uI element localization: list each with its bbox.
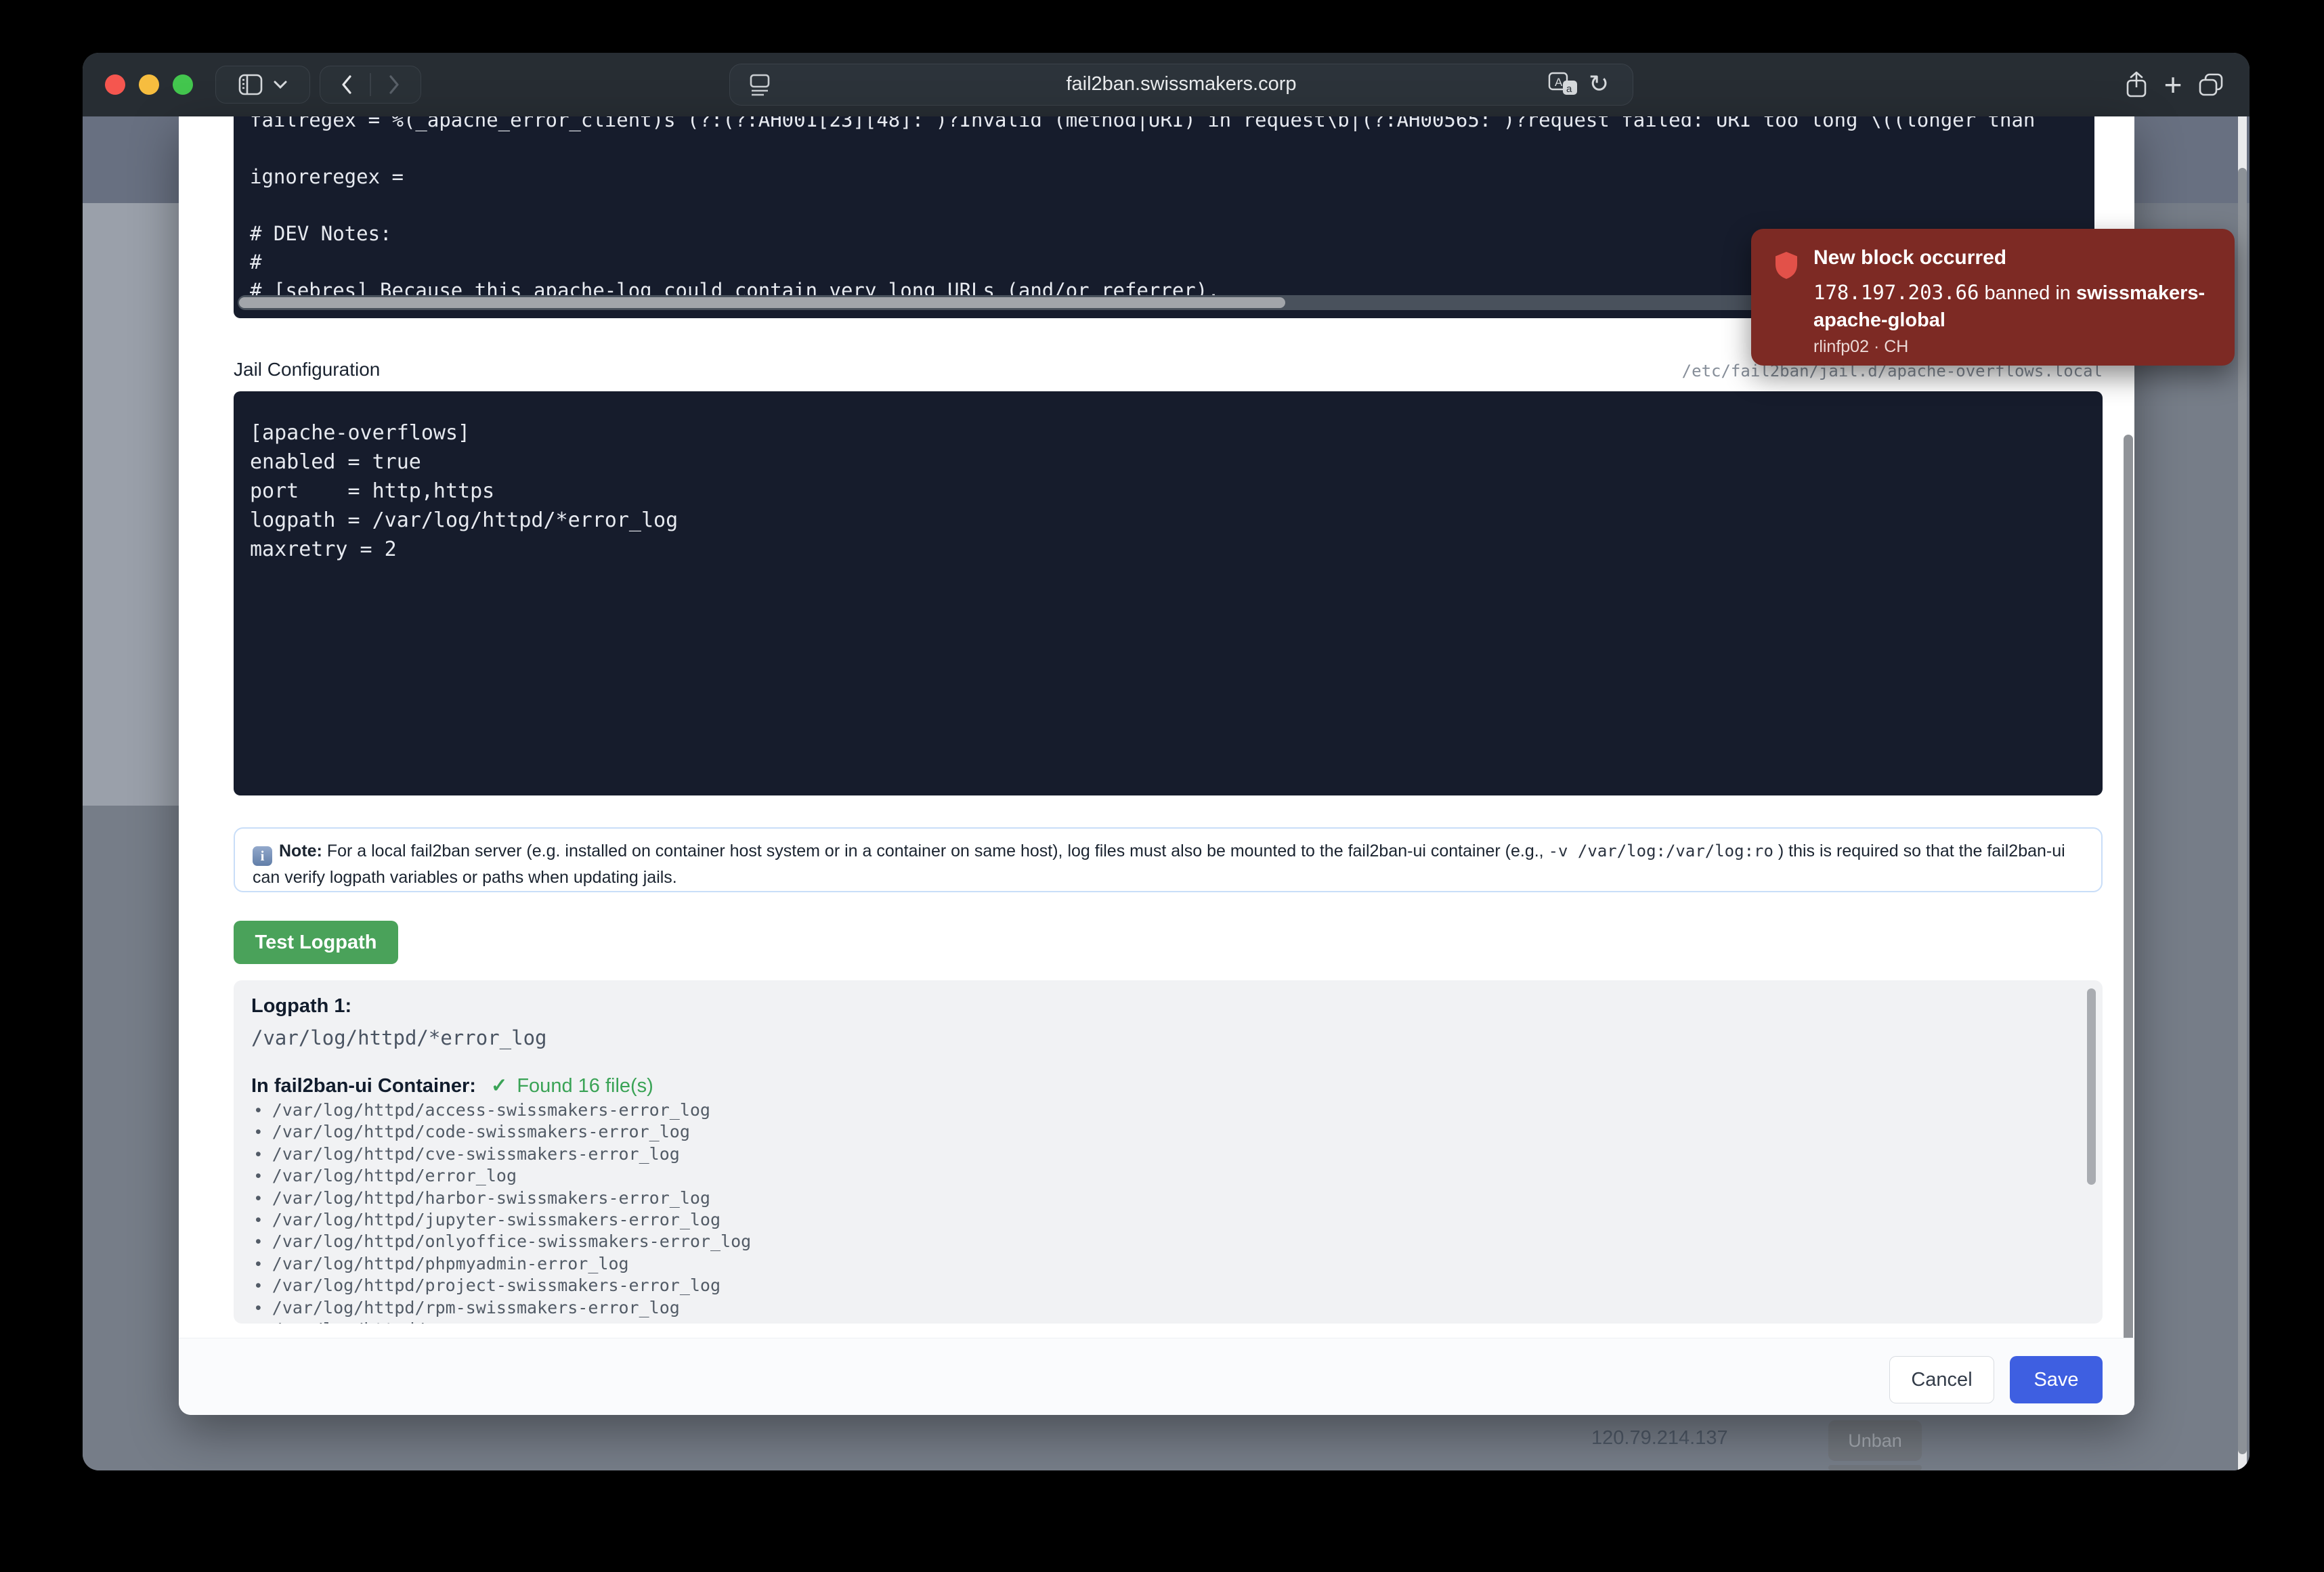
note-box: i Note: For a local fail2ban server (e.g.… xyxy=(234,827,2103,892)
filter-editor-hscrollbar-thumb[interactable] xyxy=(239,297,1285,308)
modal-scrollbar-thumb[interactable] xyxy=(2124,435,2133,1389)
logpath-value: /var/log/httpd/*error_log xyxy=(251,1026,547,1049)
tab-overview-icon[interactable] xyxy=(2198,72,2224,97)
jail-config-editor[interactable]: [apache-overflows] enabled = true port =… xyxy=(234,391,2103,795)
file-item: /var/log/httpd/access-swissmakers-error_… xyxy=(251,1099,2012,1121)
toast-ip: 178.197.203.66 xyxy=(1813,281,1979,304)
shield-icon xyxy=(1774,250,1799,284)
browser-toolbar: fail2ban.swissmakers.corp A a ↻ xyxy=(83,53,2250,117)
jail-config-code: [apache-overflows] enabled = true port =… xyxy=(250,418,678,564)
file-item: /var/log/httpd/project-swissmakers-error… xyxy=(251,1275,2012,1296)
info-icon: i xyxy=(253,846,272,866)
translate-icon[interactable]: A a xyxy=(1548,72,1579,101)
sidebar-icon[interactable] xyxy=(238,74,263,95)
toast-title: New block occurred xyxy=(1813,246,2006,269)
toast-message: 178.197.203.66 banned in swissmakers-apa… xyxy=(1813,279,2209,334)
results-scrollbar-thumb[interactable] xyxy=(2087,988,2096,1185)
file-item: /var/log/httpd/error_log xyxy=(251,1165,2012,1187)
minimize-window-button[interactable] xyxy=(139,74,159,95)
close-window-button[interactable] xyxy=(105,74,125,95)
sidebar-toggle-group xyxy=(215,66,310,104)
backdrop-card-edge xyxy=(83,203,179,806)
test-logpath-button[interactable]: Test Logpath xyxy=(234,921,398,964)
screen: fail2ban.swissmakers.corp A a ↻ xyxy=(0,0,2324,1572)
toast-middle: banned in xyxy=(1979,282,2076,304)
back-icon[interactable] xyxy=(341,75,352,94)
note-label: Note: xyxy=(279,842,322,860)
unban-button[interactable]: Unban xyxy=(1828,1420,1922,1461)
container-result-line: In fail2ban-ui Container: ✓ Found 16 fil… xyxy=(251,1074,653,1097)
svg-text:a: a xyxy=(1566,83,1572,95)
cancel-button[interactable]: Cancel xyxy=(1889,1356,1994,1403)
logpath-label: Logpath 1: xyxy=(251,995,351,1018)
file-item: /var/log/httpd/cve-swissmakers-error_log xyxy=(251,1143,2012,1165)
reload-icon[interactable]: ↻ xyxy=(1589,70,1609,98)
file-item: /var/log/httpd/onlyoffice-swissmakers-er… xyxy=(251,1231,2012,1252)
page-scrollbar-thumb[interactable] xyxy=(2238,168,2247,1454)
file-item: /var/log/httpd/jupyter-swissmakers-error… xyxy=(251,1209,2012,1231)
note-text-1: For a local fail2ban server (e.g. instal… xyxy=(322,842,1549,860)
container-label: In fail2ban-ui Container: xyxy=(251,1075,476,1097)
new-block-toast[interactable]: New block occurred 178.197.203.66 banned… xyxy=(1751,229,2235,366)
file-list: /var/log/httpd/access-swissmakers-error_… xyxy=(251,1099,2012,1324)
zoom-window-button[interactable] xyxy=(173,74,193,95)
file-item: /var/log/httpd/phpmyadmin-error_log xyxy=(251,1253,2012,1275)
reader-icon[interactable] xyxy=(749,74,771,100)
divider xyxy=(370,73,371,96)
logpath-results-panel: Logpath 1: /var/log/httpd/*error_log In … xyxy=(234,980,2103,1324)
jail-configuration-label: Jail Configuration xyxy=(234,359,380,380)
banned-ip-text: 120.79.214.137 xyxy=(1591,1427,1728,1449)
address-text: fail2ban.swissmakers.corp xyxy=(730,64,1633,104)
new-tab-icon[interactable]: + xyxy=(2164,71,2182,98)
check-icon: ✓ xyxy=(491,1075,507,1097)
file-item: /var/log/httpd/rpm-swissmakers-error_log xyxy=(251,1297,2012,1319)
safari-window: fail2ban.swissmakers.corp A a ↻ xyxy=(83,53,2250,1470)
toolbar-right-group: + xyxy=(2104,66,2245,104)
modal-footer: Cancel Save xyxy=(179,1338,2134,1415)
file-item: /var/log/httpd/harbor-swissmakers-error_… xyxy=(251,1187,2012,1209)
svg-text:A: A xyxy=(1555,76,1563,89)
chevron-down-icon[interactable] xyxy=(274,81,287,89)
history-nav-group xyxy=(320,66,421,104)
share-icon[interactable] xyxy=(2125,70,2148,99)
unban-button-partial[interactable] xyxy=(1828,1465,1922,1470)
note-code: -v /var/log:/var/log:ro xyxy=(1549,842,1773,860)
save-button[interactable]: Save xyxy=(2010,1356,2103,1403)
file-item-partial: /var/log/httpd/ xyxy=(251,1319,2012,1324)
file-item: /var/log/httpd/code-swissmakers-error_lo… xyxy=(251,1121,2012,1143)
toast-meta: rlinfp02 · CH xyxy=(1813,337,1908,357)
forward-icon[interactable] xyxy=(389,75,400,94)
page-backdrop: 120.79.214.137 Unban failregex = %(_apac… xyxy=(83,116,2250,1470)
address-bar[interactable]: fail2ban.swissmakers.corp A a ↻ xyxy=(729,64,1633,106)
found-count: Found 16 file(s) xyxy=(517,1075,653,1097)
